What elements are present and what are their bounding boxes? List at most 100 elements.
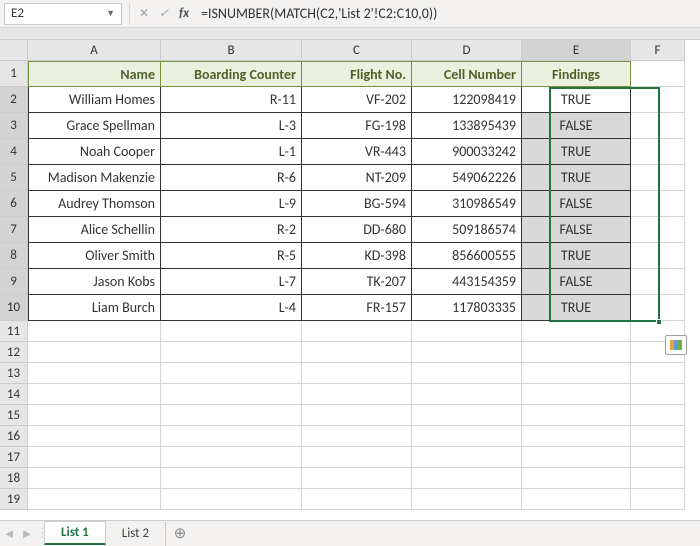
cell-flight[interactable]: NT-209 (302, 165, 412, 191)
cell-empty[interactable] (412, 321, 522, 342)
cell-empty[interactable] (412, 447, 522, 468)
name-box[interactable]: E2 ▼ (4, 3, 122, 25)
cell-name[interactable]: Alice Schellin (28, 217, 161, 243)
cell-empty[interactable] (412, 342, 522, 363)
cell-boarding[interactable]: R-2 (161, 217, 302, 243)
cell-empty[interactable] (631, 363, 685, 384)
cell-empty[interactable] (522, 426, 631, 447)
col-header-A[interactable]: A (28, 40, 161, 61)
cell-empty[interactable] (28, 321, 161, 342)
row-header[interactable]: 2 (0, 87, 28, 113)
cell-empty[interactable] (522, 342, 631, 363)
tab-nav-next-icon[interactable]: ► (18, 526, 36, 542)
cell-boarding[interactable]: L-7 (161, 269, 302, 295)
cell-empty[interactable] (28, 363, 161, 384)
row-header[interactable]: 4 (0, 139, 28, 165)
cell-empty[interactable] (412, 468, 522, 489)
cell-findings[interactable]: FALSE (522, 191, 631, 217)
cell-flight[interactable]: DD-680 (302, 217, 412, 243)
cell-flight[interactable]: FG-198 (302, 113, 412, 139)
cell-empty[interactable] (631, 87, 685, 113)
row-header[interactable]: 7 (0, 217, 28, 243)
cell-name[interactable]: Audrey Thomson (28, 191, 161, 217)
row-header[interactable]: 1 (0, 61, 28, 87)
row-header[interactable]: 13 (0, 363, 28, 384)
row-header[interactable]: 9 (0, 269, 28, 295)
chevron-down-icon[interactable]: ▼ (106, 8, 115, 19)
cell-empty[interactable] (522, 384, 631, 405)
cell-name[interactable]: Grace Spellman (28, 113, 161, 139)
cancel-icon[interactable]: ✕ (137, 6, 151, 21)
row-header[interactable]: 11 (0, 321, 28, 342)
cell-empty[interactable] (522, 468, 631, 489)
cell-boarding[interactable]: R-6 (161, 165, 302, 191)
row-header[interactable]: 14 (0, 384, 28, 405)
cell-empty[interactable] (631, 139, 685, 165)
row-header[interactable]: 17 (0, 447, 28, 468)
header-boarding[interactable]: Boarding Counter (161, 61, 302, 87)
row-header[interactable]: 5 (0, 165, 28, 191)
cell-empty[interactable] (631, 295, 685, 321)
cell-flight[interactable]: TK-207 (302, 269, 412, 295)
cell-empty[interactable] (302, 426, 412, 447)
cell-number[interactable]: 133895439 (412, 113, 522, 139)
enter-icon[interactable]: ✓ (157, 6, 171, 21)
header-findings[interactable]: Findings (522, 61, 631, 87)
cell-boarding[interactable]: L-3 (161, 113, 302, 139)
fill-handle[interactable] (656, 319, 662, 325)
sheet-tab-list1[interactable]: List 1 (44, 521, 106, 545)
cell-empty[interactable] (522, 447, 631, 468)
col-header-D[interactable]: D (412, 40, 522, 61)
cell-empty[interactable] (631, 191, 685, 217)
cell-name[interactable]: Oliver Smith (28, 243, 161, 269)
cell-empty[interactable] (631, 217, 685, 243)
cell-F1[interactable] (631, 61, 685, 87)
header-cell-number[interactable]: Cell Number (412, 61, 522, 87)
cell-empty[interactable] (28, 468, 161, 489)
cell-name[interactable]: Madison Makenzie (28, 165, 161, 191)
cell-findings[interactable]: TRUE (522, 165, 631, 191)
cell-flight[interactable]: VF-202 (302, 87, 412, 113)
cell-number[interactable]: 900033242 (412, 139, 522, 165)
cell-empty[interactable] (302, 384, 412, 405)
cell-empty[interactable] (412, 384, 522, 405)
cell-empty[interactable] (631, 426, 685, 447)
cell-empty[interactable] (412, 363, 522, 384)
cell-empty[interactable] (28, 426, 161, 447)
cell-empty[interactable] (631, 405, 685, 426)
col-header-C[interactable]: C (302, 40, 412, 61)
cell-number[interactable]: 509186574 (412, 217, 522, 243)
cell-empty[interactable] (631, 269, 685, 295)
cell-boarding[interactable]: R-5 (161, 243, 302, 269)
row-header[interactable]: 6 (0, 191, 28, 217)
cell-empty[interactable] (522, 363, 631, 384)
cell-flight[interactable]: BG-594 (302, 191, 412, 217)
cell-flight[interactable]: KD-398 (302, 243, 412, 269)
tab-nav-prev-icon[interactable]: ◄ (0, 526, 18, 542)
cell-flight[interactable]: VR-443 (302, 139, 412, 165)
sheet-tab-list2[interactable]: List 2 (106, 522, 166, 546)
cell-number[interactable]: 117803335 (412, 295, 522, 321)
spreadsheet-grid[interactable]: A B C D E F 1 Name Boarding Counter Flig… (0, 40, 700, 510)
cell-empty[interactable] (412, 426, 522, 447)
cell-empty[interactable] (631, 113, 685, 139)
cell-empty[interactable] (631, 165, 685, 191)
quick-analysis-icon[interactable] (665, 335, 687, 355)
cell-empty[interactable] (28, 405, 161, 426)
cell-empty[interactable] (161, 384, 302, 405)
cell-empty[interactable] (412, 489, 522, 510)
fx-icon[interactable]: fx (177, 6, 191, 21)
header-name[interactable]: Name (28, 61, 161, 87)
cell-boarding[interactable]: L-9 (161, 191, 302, 217)
cell-empty[interactable] (631, 489, 685, 510)
col-header-F[interactable]: F (631, 40, 685, 61)
row-header[interactable]: 8 (0, 243, 28, 269)
cell-empty[interactable] (28, 384, 161, 405)
cell-empty[interactable] (302, 405, 412, 426)
cell-name[interactable]: Liam Burch (28, 295, 161, 321)
cell-empty[interactable] (302, 489, 412, 510)
cell-name[interactable]: William Homes (28, 87, 161, 113)
cell-empty[interactable] (28, 342, 161, 363)
cell-findings[interactable]: TRUE (522, 295, 631, 321)
cell-empty[interactable] (161, 447, 302, 468)
